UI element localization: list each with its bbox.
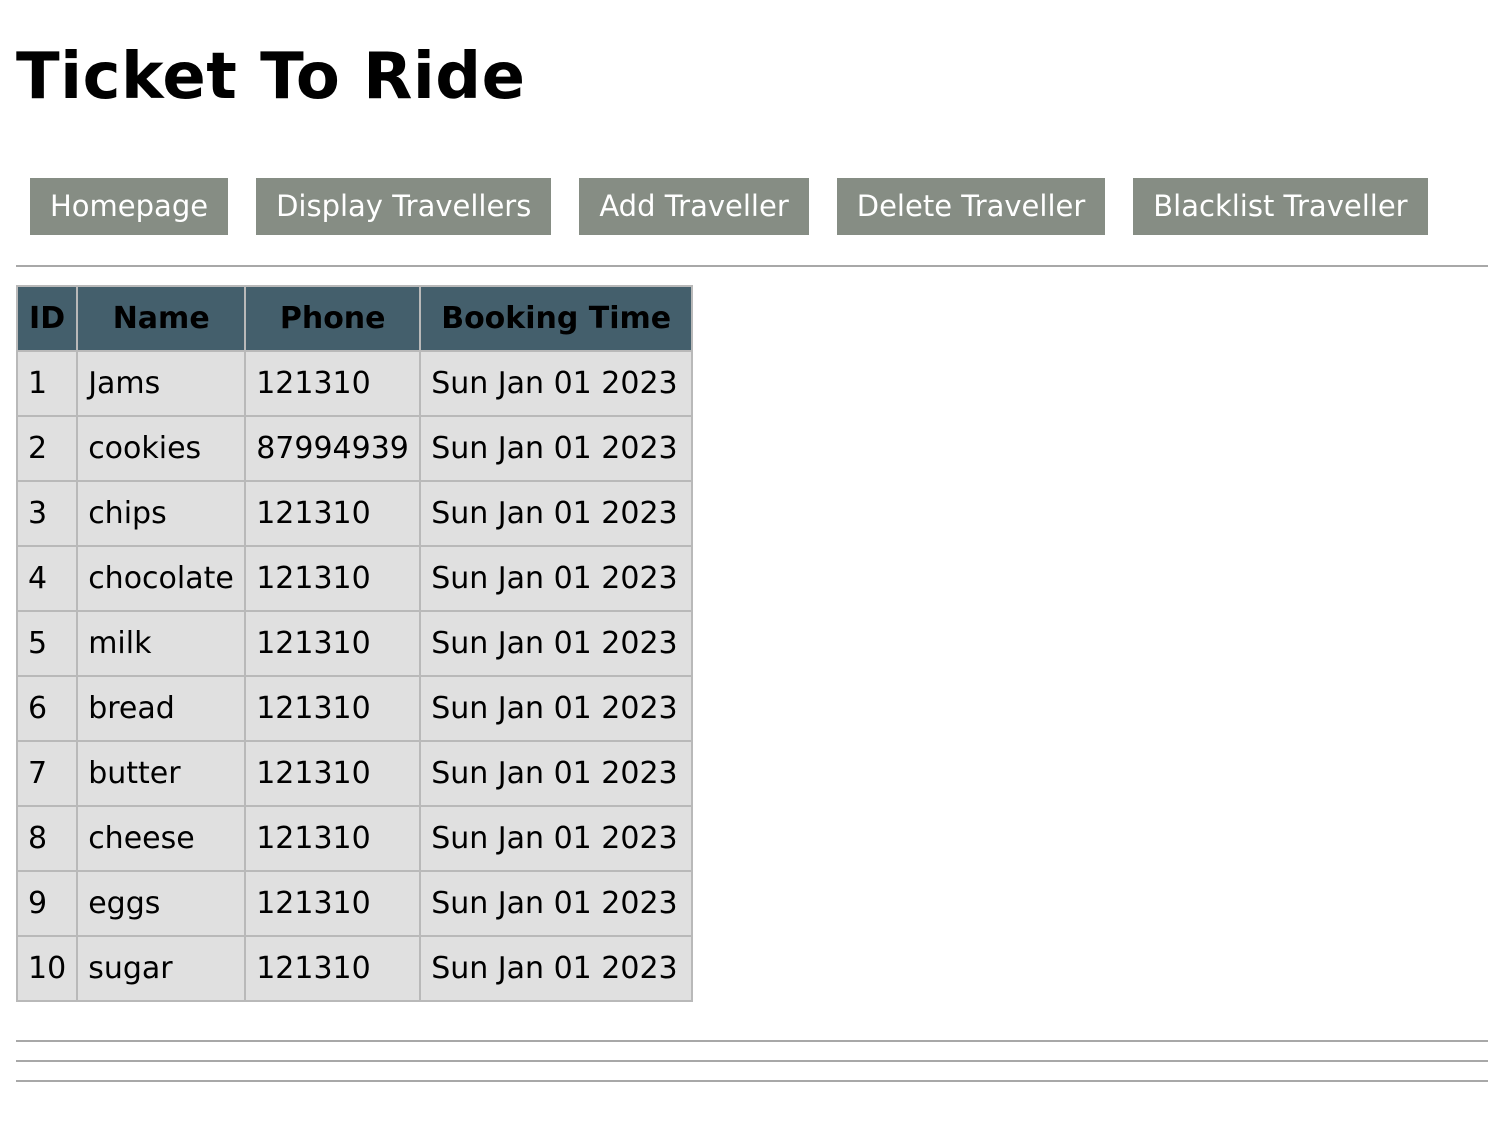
cell-phone: 121310 [244,740,422,807]
cell-name: cookies [76,415,247,482]
cell-name: butter [76,740,247,807]
divider-bottom-3 [16,1080,1488,1082]
cell-name: chocolate [76,545,247,612]
divider-top [16,265,1488,267]
cell-id: 1 [15,350,79,417]
table-row: 3 chips 121310 Sun Jan 01 2023 [15,480,694,547]
cell-id: 10 [15,935,79,1002]
cell-phone: 121310 [244,545,422,612]
cell-name: bread [76,675,247,742]
travellers-table: ID Name Phone Booking Time 1 Jams 121310… [15,285,694,1002]
column-header-id: ID [15,285,79,352]
cell-id: 6 [15,675,79,742]
column-header-name: Name [76,285,247,352]
column-header-booking-time: Booking Time [419,285,694,352]
add-traveller-button[interactable]: Add Traveller [579,178,809,235]
page-title: Ticket To Ride [16,40,526,114]
table-row: 1 Jams 121310 Sun Jan 01 2023 [15,350,694,417]
cell-name: sugar [76,935,247,1002]
cell-phone: 121310 [244,480,422,547]
cell-phone: 87994939 [244,415,422,482]
table-row: 9 eggs 121310 Sun Jan 01 2023 [15,870,694,937]
cell-booking-time: Sun Jan 01 2023 [419,870,694,937]
cell-booking-time: Sun Jan 01 2023 [419,740,694,807]
cell-id: 7 [15,740,79,807]
delete-traveller-button[interactable]: Delete Traveller [836,178,1106,235]
table-row: 7 butter 121310 Sun Jan 01 2023 [15,740,694,807]
homepage-button[interactable]: Homepage [30,178,229,235]
cell-phone: 121310 [244,935,422,1002]
cell-phone: 121310 [244,675,422,742]
cell-name: milk [76,610,247,677]
cell-booking-time: Sun Jan 01 2023 [419,805,694,872]
cell-booking-time: Sun Jan 01 2023 [419,675,694,742]
nav-bar: Homepage Display Travellers Add Travelle… [30,178,1428,235]
table-row: 6 bread 121310 Sun Jan 01 2023 [15,675,694,742]
table-row: 5 milk 121310 Sun Jan 01 2023 [15,610,694,677]
cell-id: 8 [15,805,79,872]
table-row: 2 cookies 87994939 Sun Jan 01 2023 [15,415,694,482]
cell-phone: 121310 [244,610,422,677]
cell-id: 9 [15,870,79,937]
cell-name: Jams [76,350,247,417]
column-header-phone: Phone [244,285,422,352]
table-row: 10 sugar 121310 Sun Jan 01 2023 [15,935,694,1002]
cell-id: 3 [15,480,79,547]
cell-booking-time: Sun Jan 01 2023 [419,610,694,677]
cell-id: 4 [15,545,79,612]
table-row: 8 cheese 121310 Sun Jan 01 2023 [15,805,694,872]
divider-bottom-1 [16,1040,1488,1042]
display-travellers-button[interactable]: Display Travellers [256,178,552,235]
blacklist-traveller-button[interactable]: Blacklist Traveller [1133,178,1428,235]
travellers-table-container: ID Name Phone Booking Time 1 Jams 121310… [15,285,694,1002]
cell-booking-time: Sun Jan 01 2023 [419,480,694,547]
cell-phone: 121310 [244,870,422,937]
table-header-row: ID Name Phone Booking Time [15,285,694,352]
divider-bottom-2 [16,1060,1488,1062]
cell-booking-time: Sun Jan 01 2023 [419,935,694,1002]
cell-booking-time: Sun Jan 01 2023 [419,545,694,612]
cell-name: eggs [76,870,247,937]
cell-booking-time: Sun Jan 01 2023 [419,415,694,482]
cell-name: chips [76,480,247,547]
cell-id: 2 [15,415,79,482]
cell-phone: 121310 [244,805,422,872]
cell-phone: 121310 [244,350,422,417]
cell-booking-time: Sun Jan 01 2023 [419,350,694,417]
cell-id: 5 [15,610,79,677]
cell-name: cheese [76,805,247,872]
table-row: 4 chocolate 121310 Sun Jan 01 2023 [15,545,694,612]
